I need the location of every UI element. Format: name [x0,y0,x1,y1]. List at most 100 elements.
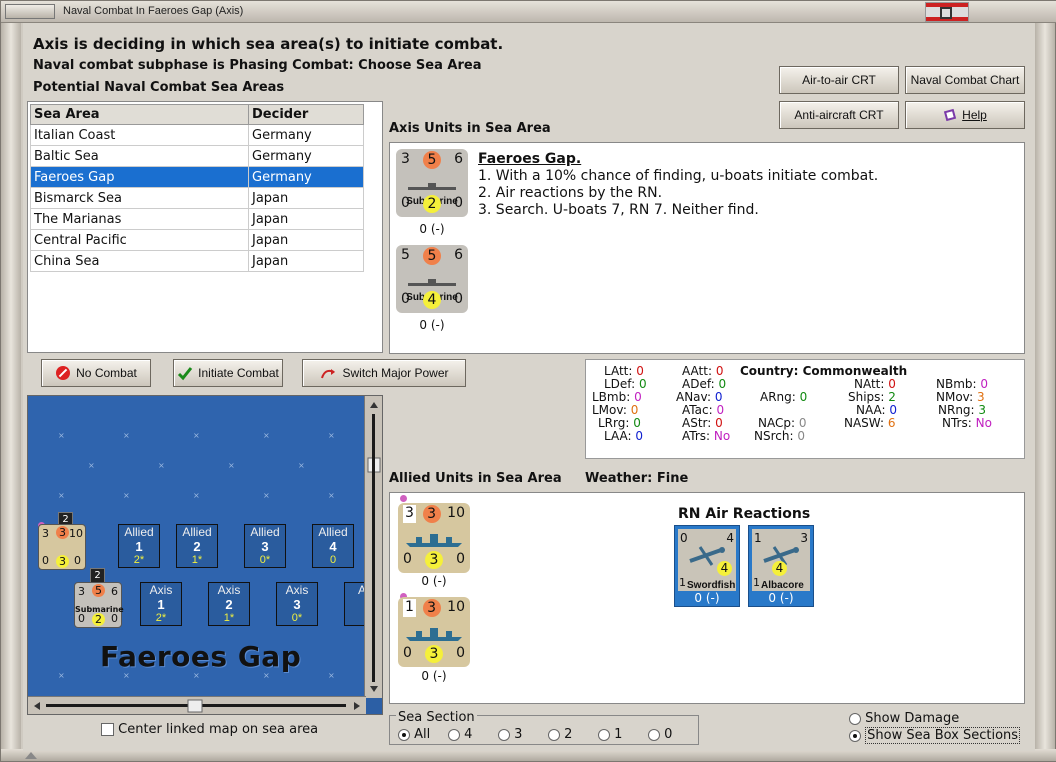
checkbox-box[interactable] [101,723,114,736]
radio-label: All [414,727,431,742]
zone-search: 0 [329,554,337,566]
counter-value: 3 [401,151,410,167]
combat-log-title: Faeroes Gap. [478,151,582,167]
allied-ship-counter[interactable]: 1 3 10 030 [398,597,470,667]
zone-search: 1* [223,612,235,624]
radio-button[interactable] [448,728,460,741]
radio-button[interactable] [548,728,560,741]
stat-lrrg: LRrg: 0 [598,416,641,430]
radio-label: 3 [514,727,523,742]
counter-value: 3 [56,555,69,568]
svg-text:×: × [58,431,65,440]
svg-text:×: × [263,431,270,440]
col-sea-area[interactable]: Sea Area [30,104,249,125]
initiate-combat-button[interactable]: Initiate Combat [173,359,283,387]
map-water[interactable]: ××××× ×××× ××××× ×××× ××××× 2 3 3 10 0 3 [28,396,382,698]
sea-area-map[interactable]: ××××× ×××× ××××× ×××× ××××× 2 3 3 10 0 3 [27,395,383,715]
axis-submarine-counter[interactable]: 356 Submarine 020 [396,149,468,217]
zone-label: Allied [124,525,154,539]
stat-nbmb: NBmb: 0 [936,377,989,391]
counter-value: 4 [717,561,732,576]
allied-zone-2[interactable]: Allied 2 1* [176,524,218,568]
center-linked-map-label: Center linked map on sea area [118,722,319,737]
axis-zone-3[interactable]: Axis 3 0* [276,582,318,626]
sea-section-option-1[interactable]: 1 [598,727,622,742]
radio-button[interactable] [849,729,861,742]
axis-zone-2[interactable]: Axis 2 1* [208,582,250,626]
combat-log-line: 3. Search. U-boats 7, RN 7. Neither find… [478,202,759,218]
air-reactions-title: RN Air Reactions [678,506,811,522]
stat-astr: AStr: 0 [682,416,723,430]
radio-label: 2 [564,727,573,742]
center-linked-map-checkbox[interactable]: Center linked map on sea area [101,722,318,737]
dialog-content: Axis is deciding in which sea area(s) to… [23,23,1035,751]
sea-section-option-2[interactable]: 2 [548,727,572,742]
counter-value: 6 [454,151,463,167]
air-unit-name: Swordfish [687,580,736,591]
sea-area-cell: Italian Coast [30,124,249,146]
swordfish-air-counter[interactable]: 0 4 4 1 Swordfish 0 (-) [674,525,740,607]
air-to-air-crt-button[interactable]: Air-to-air CRT [779,66,899,94]
svg-text:×: × [298,461,305,470]
allied-zone-3[interactable]: Allied 3 0* [244,524,286,568]
country-label: Country: Commonwealth [740,364,908,378]
sea-section-option-3[interactable]: 3 [498,727,522,742]
zone-number: 3 [293,597,301,612]
zone-label: Allied [182,525,212,539]
anti-aircraft-crt-button[interactable]: Anti-aircraft CRT [779,101,899,129]
table-row[interactable]: Bismarck Sea Japan [30,187,364,209]
zone-label: Axis [285,583,309,597]
sea-section-option-all[interactable]: All [398,727,430,742]
no-combat-button[interactable]: No Combat [41,359,151,387]
map-vertical-scrollbar[interactable] [364,396,382,698]
map-horizontal-scrollbar[interactable] [28,696,366,714]
allied-zone-1[interactable]: Allied 1 2* [118,524,160,568]
sea-area-cell: Bismarck Sea [30,187,249,209]
zone-number: 1 [135,539,143,554]
axis-zone-1[interactable]: Axis 1 2* [140,582,182,626]
counter-value: 3 [42,527,49,540]
show-sea-box-sections-option[interactable]: Show Sea Box Sections [849,727,1021,744]
show-damage-option[interactable]: Show Damage [849,711,959,726]
table-row[interactable]: Baltic Sea Germany [30,145,364,167]
table-row-selected[interactable]: Faeroes Gap Germany [30,166,364,188]
radio-button[interactable] [398,728,410,741]
allied-ship-counter[interactable]: 3 3 10 030 [398,503,470,573]
unit-damage-text: 0 (-) [421,574,447,588]
counter-value: 0 [454,195,463,211]
counter-value: 0 [42,554,49,567]
counter-value: 0 [456,551,465,567]
stat-latt: LAtt: 0 [604,364,644,378]
help-button[interactable]: Help [905,101,1025,129]
radio-button[interactable] [498,728,510,741]
zone-number: 1 [157,597,165,612]
system-menu-button[interactable] [5,4,55,19]
counter-value: 0 [403,551,412,567]
col-decider[interactable]: Decider [248,104,364,125]
radio-button[interactable] [849,712,861,725]
counter-value: 0 [78,612,85,625]
albacore-air-counter[interactable]: 1 3 4 1 Albacore 0 (-) [748,525,814,607]
axis-submarine-map-counter[interactable]: 3 5 6 Submarine 0 2 0 [74,582,124,628]
stack-count-badge: 2 [90,568,105,583]
svg-text:×: × [158,461,165,470]
radio-button[interactable] [648,728,660,741]
initiate-combat-label: Initiate Combat [198,366,279,380]
svg-text:×: × [228,461,235,470]
axis-submarine-counter[interactable]: 556 Submarine 040 [396,245,468,313]
switch-major-power-button[interactable]: Switch Major Power [302,359,466,387]
allied-ship-counter[interactable]: 3 3 10 0 3 0 [38,524,86,570]
table-row[interactable]: Italian Coast Germany [30,124,364,146]
axis-units-panel: 356 Submarine 020 0 (-) 556 Submarine 04… [389,142,1025,354]
anti-aircraft-label: Anti-aircraft CRT [794,108,884,122]
curved-arrow-icon [321,369,336,379]
allied-zone-4[interactable]: Allied 4 0 [312,524,354,568]
counter-value: 3 [425,551,443,569]
naval-combat-chart-button[interactable]: Naval Combat Chart [905,66,1025,94]
sea-section-option-0[interactable]: 0 [648,727,672,742]
table-row[interactable]: China Sea Japan [30,250,364,272]
radio-button[interactable] [598,728,610,741]
table-row[interactable]: Central Pacific Japan [30,229,364,251]
sea-section-option-4[interactable]: 4 [448,727,472,742]
table-row[interactable]: The Marianas Japan [30,208,364,230]
